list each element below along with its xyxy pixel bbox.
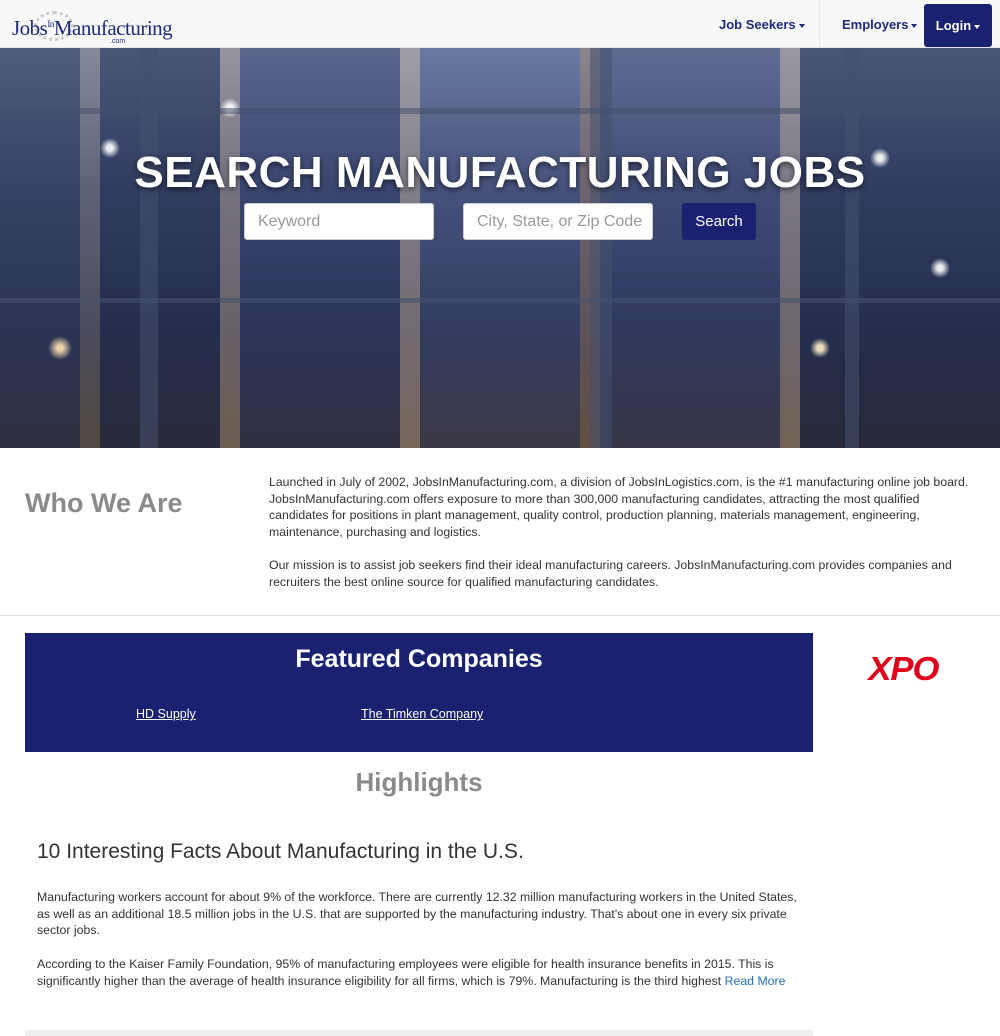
hero-pipe-decoration [590, 48, 612, 448]
article-paragraph: Manufacturing workers account for about … [37, 890, 797, 938]
keyword-input[interactable]: Keyword [244, 203, 434, 240]
top-navbar: JobsInManufacturing .com Job Seekers Emp… [0, 0, 1000, 48]
read-more-link[interactable]: Read More [725, 974, 786, 988]
logo-domain: .com [110, 38, 126, 45]
who-we-are-paragraph: Launched in July of 2002, JobsInManufact… [269, 475, 969, 540]
nav-employers[interactable]: Employers [842, 0, 918, 48]
caret-down-icon [911, 23, 918, 28]
hero-banner: SEARCH MANUFACTURING JOBS Keyword City, … [0, 48, 1000, 448]
mission-paragraph: Our mission is to assist job seekers fin… [269, 558, 952, 589]
next-section-edge [25, 1030, 813, 1036]
featured-companies-heading: Featured Companies [295, 645, 543, 673]
caret-down-icon [974, 24, 981, 29]
company-link-hd-supply[interactable]: HD Supply [136, 707, 196, 721]
hero-title: SEARCH MANUFACTURING JOBS [134, 148, 866, 197]
location-input[interactable]: City, State, or Zip Code [463, 203, 653, 240]
nav-divider [819, 0, 820, 48]
section-divider [0, 615, 1000, 616]
highlights-heading: Highlights [355, 767, 483, 797]
hero-pipe-decoration [140, 48, 158, 448]
article-paragraph: According to the Kaiser Family Foundatio… [37, 957, 786, 988]
nav-job-seekers[interactable]: Job Seekers [719, 0, 805, 48]
login-button[interactable]: Login [924, 4, 992, 47]
featured-companies-panel: Featured Companies HD Supply The Timken … [25, 633, 813, 752]
article-title: 10 Interesting Facts About Manufacturing… [37, 840, 524, 863]
search-button[interactable]: Search [682, 203, 756, 240]
caret-down-icon [798, 23, 805, 28]
logo-wordmark: JobsInManufacturing [12, 16, 173, 40]
hero-pipe-decoration [845, 48, 859, 448]
who-we-are-heading: Who We Are [25, 488, 183, 518]
xpo-logo[interactable]: XPO [868, 650, 939, 688]
site-logo[interactable]: JobsInManufacturing .com [12, 8, 173, 45]
company-link-timken[interactable]: The Timken Company [361, 707, 483, 721]
